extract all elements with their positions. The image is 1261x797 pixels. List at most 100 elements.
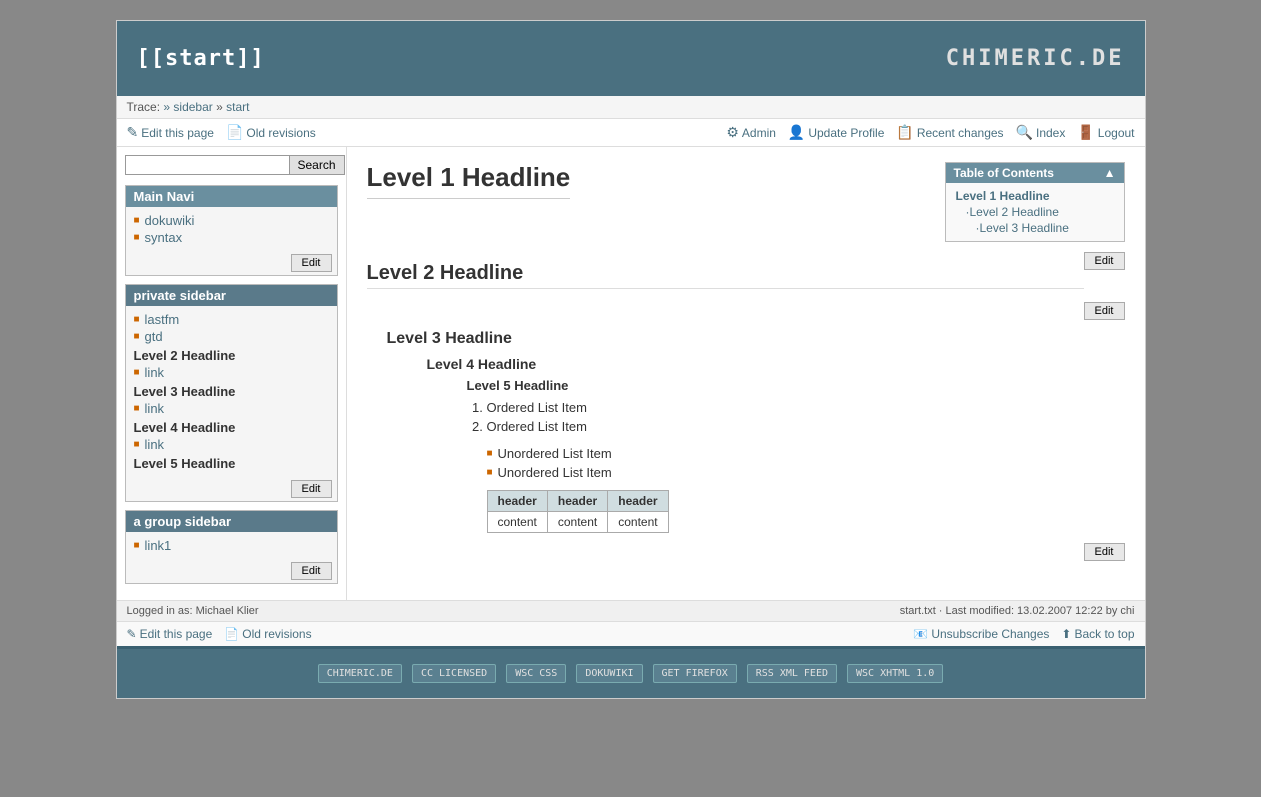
index-icon: 🔍 [1016, 124, 1033, 141]
info-bar: Logged in as: Michael Klier start.txt · … [117, 600, 1145, 621]
bottom-edit-button[interactable]: Edit [1084, 543, 1125, 561]
sidebar-heading-level4: Level 4 Headline [134, 417, 329, 436]
h2-edit-button[interactable]: Edit [1084, 252, 1125, 270]
sidebar-link-l2[interactable]: link [145, 365, 165, 380]
toc-link-h1[interactable]: Level 1 Headline [956, 188, 1114, 204]
lastfm-link[interactable]: lastfm [145, 312, 180, 327]
top-toolbar: ✎ Edit this page 📄 Old revisions ⚙ Admin… [117, 119, 1145, 147]
bullet-icon: ■ [134, 314, 140, 325]
admin-link[interactable]: ⚙ Admin [726, 124, 776, 141]
sidebar-item-lastfm: ■ lastfm [134, 311, 329, 328]
edit-page-link[interactable]: ✎ Edit this page [127, 124, 214, 141]
sidebar-heading-level5: Level 5 Headline [134, 453, 329, 472]
sidebar-edit-btn-group: Edit [126, 559, 337, 583]
content-h2: Level 2 Headline [367, 262, 1084, 289]
back-to-top-link[interactable]: ⬆ Back to top [1061, 627, 1134, 641]
toc-link-h2[interactable]: ·Level 2 Headline [956, 204, 1114, 220]
content-h3: Level 3 Headline [387, 330, 1125, 348]
admin-icon: ⚙ [726, 124, 739, 141]
table-header: header [608, 491, 668, 512]
content-h5: Level 5 Headline [467, 378, 1125, 393]
syntax-link[interactable]: syntax [145, 230, 183, 245]
revisions-icon: 📄 [224, 627, 239, 641]
sidebar-section-title-private: private sidebar [126, 285, 337, 306]
table-cell: content [547, 512, 607, 533]
footer-badge: CC LICENSED [412, 664, 496, 683]
content-table: header header header content content con… [487, 490, 669, 533]
sidebar-section-title-main-navi: Main Navi [126, 186, 337, 207]
site-header: [[start]] CHIMERIC.DE [117, 21, 1145, 96]
edit-group-button[interactable]: Edit [291, 562, 332, 580]
breadcrumb-link-sidebar[interactable]: » sidebar [163, 100, 212, 114]
logout-link[interactable]: 🚪 Logout [1077, 124, 1134, 141]
toc-link-h3[interactable]: ·Level 3 Headline [956, 220, 1114, 236]
sidebar-section-group: a group sidebar ■ link1 Edit [125, 510, 338, 584]
trace-label: Trace: [127, 100, 161, 114]
sidebar-item-dokuwiki: ■ dokuwiki [134, 212, 329, 229]
content-h1: Level 1 Headline [367, 162, 571, 199]
bullet-icon: ■ [134, 540, 140, 551]
toolbar-left: ✎ Edit this page 📄 Old revisions [127, 124, 316, 141]
ordered-list: Ordered List Item Ordered List Item [487, 398, 1125, 436]
top-icon: ⬆ [1061, 627, 1071, 641]
footer-badge: CHIMERIC.DE [318, 664, 402, 683]
edit-private-button[interactable]: Edit [291, 480, 332, 498]
sidebar-section-content-private: ■ lastfm ■ gtd Level 2 Headline ■ link L… [126, 306, 337, 477]
toc-content: Level 1 Headline ·Level 2 Headline ·Leve… [946, 183, 1124, 241]
toc-header: Table of Contents ▲ [946, 163, 1124, 183]
toc-title: Table of Contents [954, 166, 1054, 180]
sidebar-item-syntax: ■ syntax [134, 229, 329, 246]
old-revisions-link[interactable]: 📄 Old revisions [226, 124, 316, 141]
gtd-link[interactable]: gtd [145, 329, 163, 344]
index-link[interactable]: 🔍 Index [1016, 124, 1066, 141]
unsubscribe-icon: 📧 [913, 627, 928, 641]
edit-icon: ✎ [127, 124, 139, 141]
table-cell: content [608, 512, 668, 533]
update-profile-link[interactable]: 👤 Update Profile [788, 124, 884, 141]
unsubscribe-link[interactable]: 📧 Unsubscribe Changes [913, 627, 1049, 641]
content-h4: Level 4 Headline [427, 356, 1125, 372]
sidebar-section-main-navi: Main Navi ■ dokuwiki ■ syntax Edit [125, 185, 338, 276]
sidebar-link-l3[interactable]: link [145, 401, 165, 416]
sidebar-item-gtd: ■ gtd [134, 328, 329, 345]
search-input[interactable] [125, 155, 290, 175]
site-title: [[start]] [137, 46, 265, 71]
h1-toc-row: Level 1 Headline Table of Contents ▲ Lev… [367, 162, 1125, 242]
revisions-icon: 📄 [226, 124, 243, 141]
toc-toggle-icon[interactable]: ▲ [1104, 166, 1116, 180]
breadcrumb: Trace: » sidebar » start [117, 96, 1145, 119]
bullet-icon: ■ [134, 232, 140, 243]
breadcrumb-link-start[interactable]: start [226, 100, 249, 114]
list-item: ■ Unordered List Item [487, 463, 1125, 482]
table-header: header [547, 491, 607, 512]
recent-changes-link[interactable]: 📋 Recent changes [896, 124, 1003, 141]
sidebar-item-link-l4: ■ link [134, 436, 329, 453]
bottom-old-revisions-link[interactable]: 📄 Old revisions [224, 627, 311, 641]
search-button[interactable]: Search [290, 155, 345, 175]
footer-badge: GET FIREFOX [653, 664, 737, 683]
sidebar-link-l4[interactable]: link [145, 437, 165, 452]
footer-badge: WSC XHTML 1.0 [847, 664, 943, 683]
link1-link[interactable]: link1 [145, 538, 172, 553]
sidebar-item-link-l2: ■ link [134, 364, 329, 381]
edit-main-navi-button[interactable]: Edit [291, 254, 332, 272]
bullet-icon: ■ [134, 439, 140, 450]
logout-icon: 🚪 [1077, 124, 1094, 141]
content-h2-row: Level 2 Headline Edit [367, 252, 1125, 297]
footer-badge: RSS XML FEED [747, 664, 837, 683]
bottom-toolbar-left: ✎ Edit this page 📄 Old revisions [127, 627, 312, 641]
sidebar-edit-btn-private: Edit [126, 477, 337, 501]
footer-badges: CHIMERIC.DE CC LICENSED WSC CSS DOKUWIKI… [127, 664, 1135, 683]
sidebar-item-link1: ■ link1 [134, 537, 329, 554]
bullet-icon: ■ [134, 367, 140, 378]
dokuwiki-link[interactable]: dokuwiki [145, 213, 195, 228]
bottom-edit-page-link[interactable]: ✎ Edit this page [127, 627, 213, 641]
table-row: content content content [487, 512, 668, 533]
content-area: Level 1 Headline Table of Contents ▲ Lev… [347, 147, 1145, 600]
h3-edit-button[interactable]: Edit [1084, 302, 1125, 320]
list-item: ■ Unordered List Item [487, 444, 1125, 463]
sidebar-heading-level3: Level 3 Headline [134, 381, 329, 400]
sidebar-section-content-group: ■ link1 [126, 532, 337, 559]
sidebar-edit-btn-main-navi: Edit [126, 251, 337, 275]
sidebar: Search Main Navi ■ dokuwiki ■ syntax Edi… [117, 147, 347, 600]
